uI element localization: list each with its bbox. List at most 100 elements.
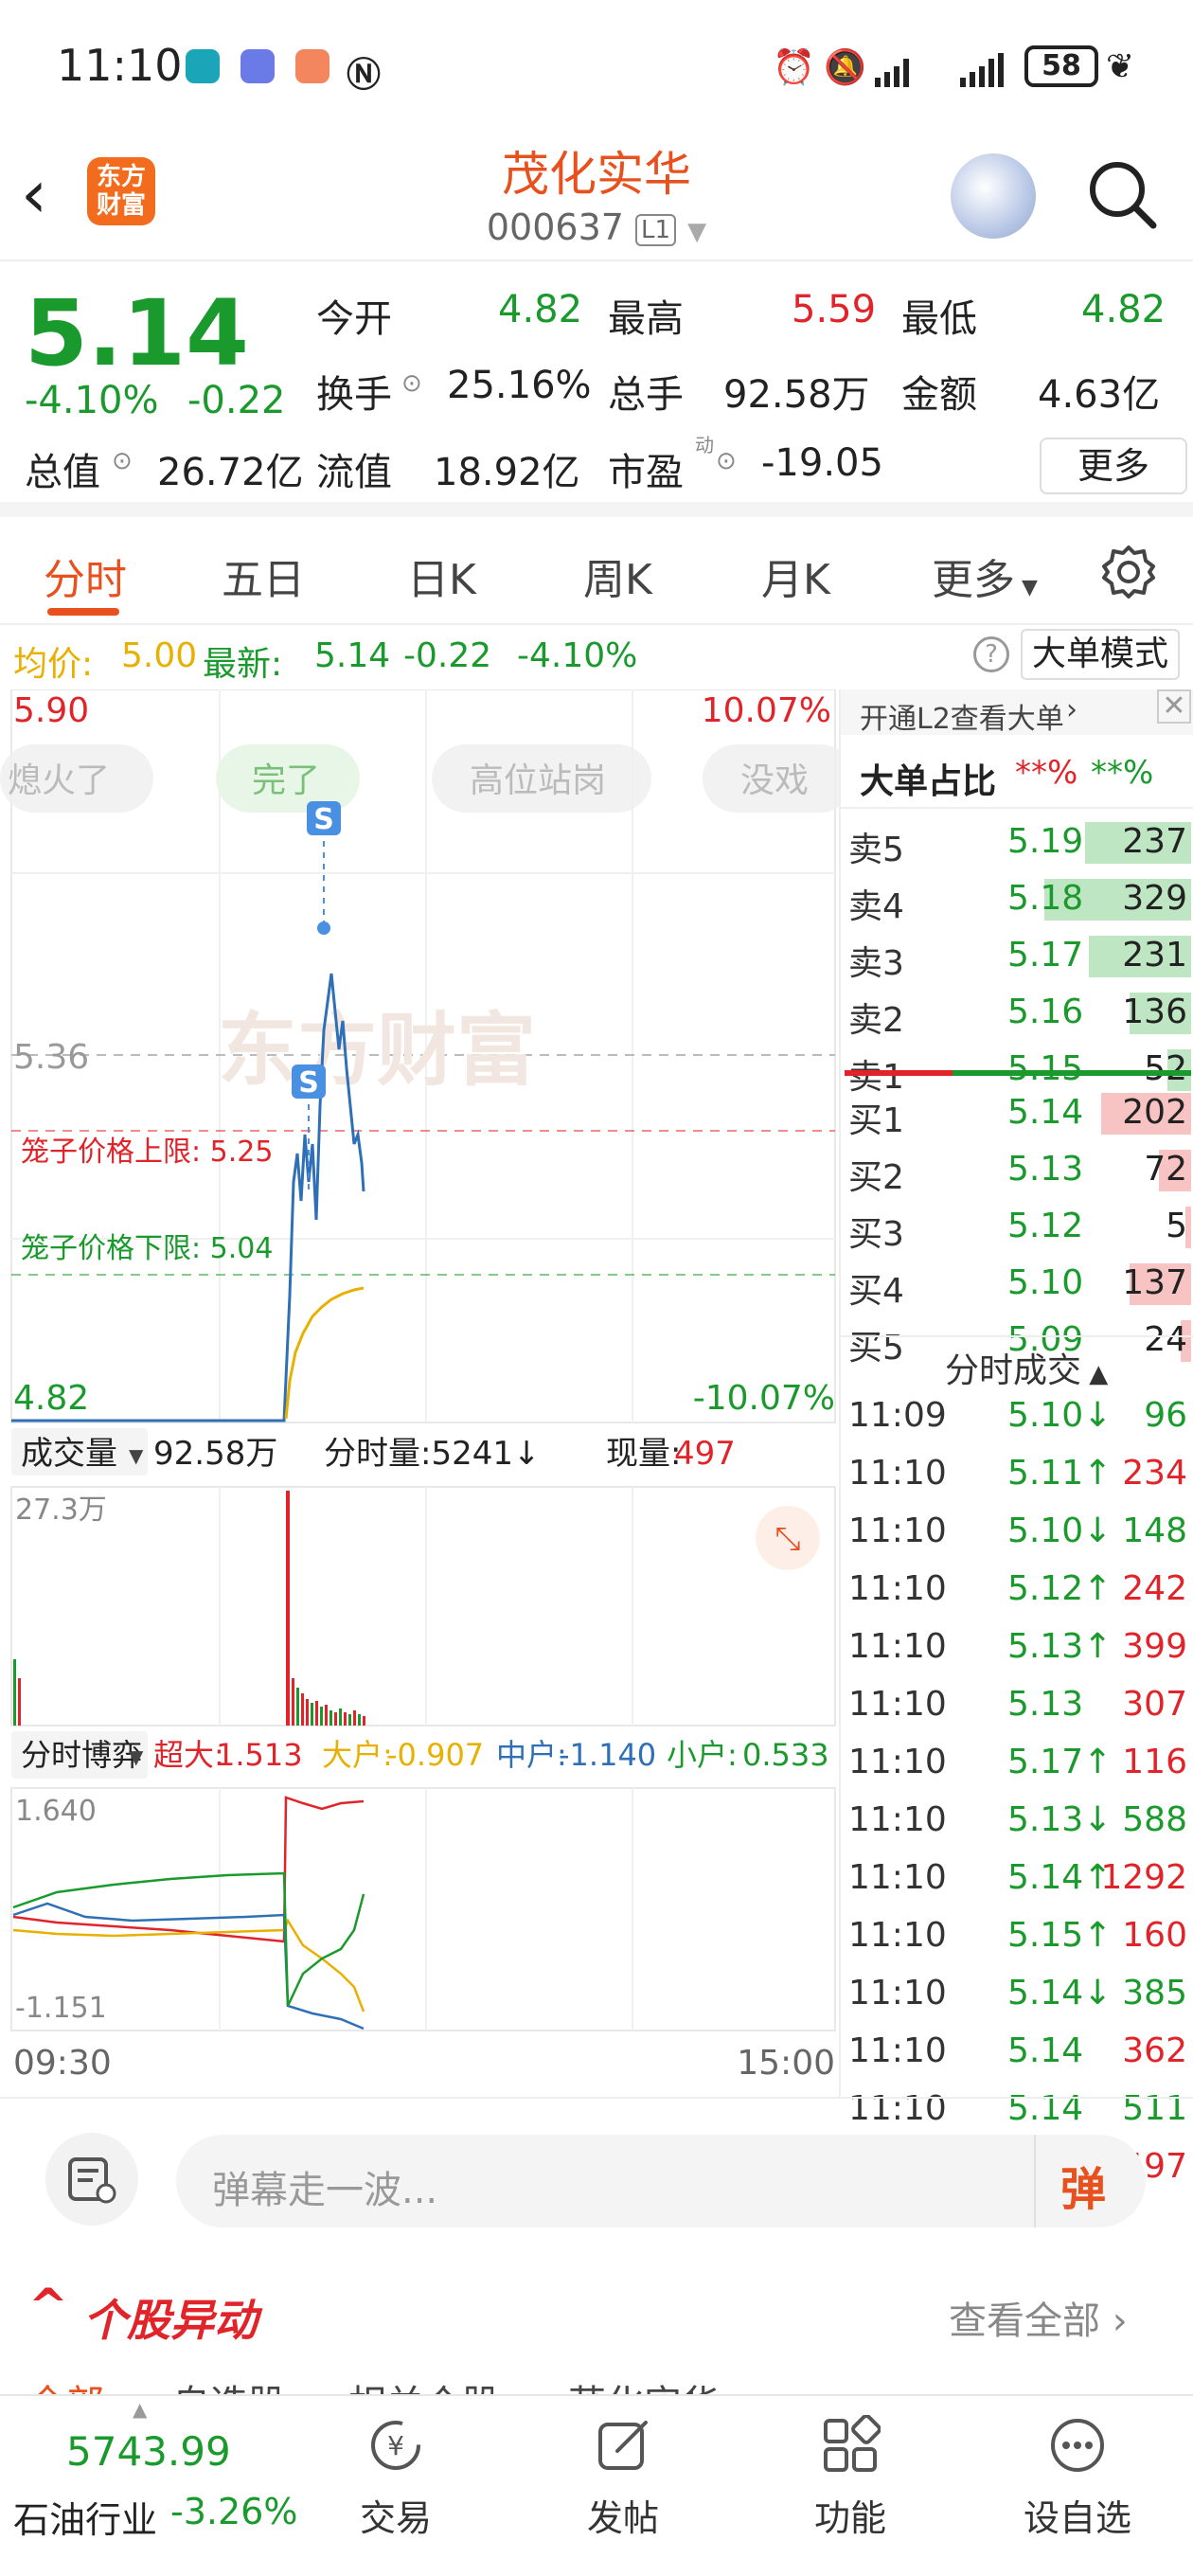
ask-row[interactable]: 卖5 5.19 237 (841, 818, 1193, 869)
cage-lower-label: 笼子价格下限: 5.04 (21, 1232, 273, 1265)
danmaku-text: 熄火了 (8, 761, 110, 800)
mute-icon: 🔕 (824, 48, 866, 87)
tick-price: 5.13↑ (1007, 1627, 1113, 1666)
tick-vol: 588 (1122, 1800, 1187, 1839)
big-order-mode-button[interactable]: 大单模式 (1021, 629, 1181, 680)
bid-vol: 202 (1122, 1093, 1187, 1132)
tab-daily-k[interactable]: 日K (407, 546, 476, 606)
app-notification-icon (186, 49, 220, 83)
view-all-link[interactable]: 查看全部 › (949, 2290, 1128, 2345)
tick-vol: 116 (1122, 1743, 1187, 1781)
flow-large-value: -0.907 (386, 1737, 484, 1773)
sector-index-value[interactable]: 5743.99 (66, 2428, 231, 2475)
info-icon[interactable]: ⊙ (112, 447, 133, 475)
bid-row[interactable]: 买3 5.12 5 (841, 1203, 1193, 1254)
danmaku-input[interactable]: 弹幕走一波... 弹 (176, 2135, 1146, 2227)
avg-value: 5.00 (121, 636, 198, 675)
bid-price: 5.14 (1007, 1093, 1084, 1132)
tick-vol: 234 (1122, 1454, 1187, 1493)
tick-price: 5.14 (1007, 2031, 1084, 2070)
nav-add-watchlist[interactable]: 设自选 (1002, 2415, 1153, 2541)
intraday-info-line: 均价: 5.00 最新: 5.14 -0.22 -4.10% ? 大单模式 (0, 625, 1193, 689)
tab-five-day[interactable]: 五日 (222, 546, 305, 606)
tick-time: 11:10 (848, 1743, 947, 1781)
ask-price: 5.17 (1007, 936, 1084, 975)
nav-trade[interactable]: ¥ 交易 (320, 2415, 472, 2541)
tab-more[interactable]: 更多 ▼ (932, 546, 1038, 606)
stock-anomaly-section: ^ 个股异动 查看全部 › 全部 自选股 相关个股 茂化实华 (0, 2258, 1193, 2426)
tick-row: 11:09 5.10↓ 96 (841, 1394, 1193, 1443)
settings-gear-icon[interactable] (1100, 544, 1157, 600)
order-book-panel: 开通L2查看大单 › ✕ 大单占比 **% **% 卖5 5.19 237 卖4 5.1… (839, 689, 1193, 2186)
info-icon[interactable]: ⊙ (716, 447, 737, 475)
flow-super-value: 1.513 (216, 1737, 303, 1773)
bid-price: 5.10 (1007, 1263, 1084, 1302)
caret-down-icon: ▼ (129, 1444, 144, 1467)
open-l2-banner[interactable]: 开通L2查看大单 › ✕ (841, 689, 1193, 736)
svg-text:成交量: 成交量 (21, 1435, 117, 1473)
nav-post[interactable]: 发帖 (547, 2415, 699, 2541)
help-icon[interactable]: ? (973, 636, 1009, 672)
tick-price: 5.15↑ (1007, 1916, 1113, 1955)
ticks-title[interactable]: 分时成交 ▲ (945, 1343, 1108, 1392)
bid-row[interactable]: 买2 5.13 72 (841, 1146, 1193, 1197)
compose-icon (598, 2421, 648, 2470)
svg-text:S: S (313, 803, 334, 836)
danmaku-send-button[interactable]: 弹 (1060, 2152, 1106, 2218)
tick-vol: 148 (1122, 1512, 1187, 1550)
tick-vol: 160 (1122, 1916, 1187, 1955)
svg-text:¥: ¥ (387, 2430, 404, 2461)
tick-time: 11:10 (848, 1800, 947, 1839)
nav-functions[interactable]: 功能 (775, 2415, 926, 2541)
sector-name[interactable]: 石油行业 (13, 2491, 157, 2543)
ask-vol: 237 (1122, 822, 1187, 861)
tab-weekly-k[interactable]: 周K (583, 546, 652, 606)
change-value: -0.22 (187, 379, 286, 422)
more-button[interactable]: 更多 (1040, 438, 1187, 494)
status-bar: 11:10 Ⓝ ⏰ 🔕 58 ❦ (0, 0, 1193, 133)
ask-row[interactable]: 卖3 5.17 231 (841, 932, 1193, 983)
comment-list-button[interactable] (45, 2133, 138, 2226)
ask-vol: 52 (1144, 1049, 1187, 1088)
tick-row: 11:10 5.11↑ 234 (841, 1452, 1193, 1501)
chevron-up-icon[interactable]: ^ (28, 2279, 68, 2334)
tick-time: 11:10 (848, 1569, 947, 1608)
robot-assistant-icon[interactable] (951, 153, 1036, 239)
ask-price: 5.16 (1007, 993, 1084, 1031)
ask-row[interactable]: 卖2 5.16 136 (841, 989, 1193, 1040)
bid-row[interactable]: 买4 5.10 137 (841, 1260, 1193, 1311)
tick-vol: 385 (1122, 1974, 1187, 2012)
low-label: 最低 (901, 297, 977, 341)
tick-time: 11:10 (848, 1627, 947, 1666)
search-icon[interactable] (1085, 157, 1159, 231)
open-label: 今开 (316, 297, 392, 341)
tick-price: 5.17↑ (1007, 1743, 1113, 1781)
info-icon[interactable]: ⊙ (401, 369, 422, 398)
tab-intraday[interactable]: 分时 (44, 546, 127, 606)
ask-vol: 136 (1122, 993, 1187, 1031)
volume-label: 总手 (608, 373, 684, 417)
ask-label: 卖4 (848, 887, 904, 926)
tab-monthly-k[interactable]: 月K (761, 546, 830, 606)
tick-vol: 307 (1122, 1685, 1187, 1724)
svg-text:分时博弈: 分时博弈 (21, 1737, 142, 1773)
flow-large-label: 大户: (322, 1737, 393, 1773)
intraday-chart-area[interactable]: 东方财富 5.90 10.07% 5.36 4.82 -10.07% 熄火了 完… (0, 689, 854, 2097)
y-axis-mid-label: 5.36 (13, 1038, 89, 1077)
cage-upper-label: 笼子价格上限: 5.25 (21, 1136, 273, 1169)
tick-row: 11:10 5.14 362 (841, 2030, 1193, 2079)
y-axis-bottom-label: 4.82 (13, 1379, 89, 1418)
pe-superscript: 动 (695, 434, 714, 456)
tick-time: 11:09 (848, 1396, 947, 1435)
bid-label: 买4 (848, 1272, 904, 1311)
flow-small-value: 0.533 (742, 1737, 829, 1773)
ask-label: 卖3 (848, 944, 904, 983)
tick-vol: 96 (1144, 1396, 1187, 1435)
close-icon[interactable]: ✕ (1157, 689, 1191, 724)
bid-row[interactable]: 买1 5.14 202 (841, 1089, 1193, 1140)
tick-vol: 1292 (1100, 1858, 1187, 1897)
tick-row: 11:10 5.15↑ 160 (841, 1914, 1193, 1963)
ask-row[interactable]: 卖4 5.18 329 (841, 875, 1193, 926)
stock-code: 000637 (486, 206, 624, 248)
latest-label: 最新: (203, 645, 283, 684)
